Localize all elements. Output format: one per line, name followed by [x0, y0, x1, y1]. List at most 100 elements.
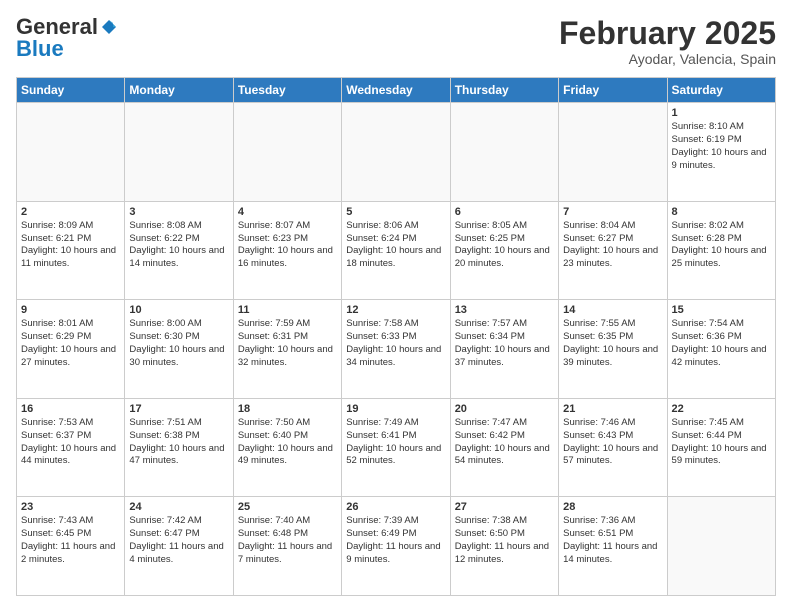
calendar-week-row: 9 Sunrise: 8:01 AM Sunset: 6:29 PM Daylig… — [17, 300, 776, 399]
calendar-cell: 27 Sunrise: 7:38 AM Sunset: 6:50 PM Dayli… — [450, 497, 558, 596]
header: General Blue February 2025 Ayodar, Valen… — [16, 16, 776, 67]
col-sunday: Sunday — [17, 78, 125, 103]
calendar-week-row: 16 Sunrise: 7:53 AM Sunset: 6:37 PM Dayli… — [17, 398, 776, 497]
calendar-cell: 13 Sunrise: 7:57 AM Sunset: 6:34 PM Dayli… — [450, 300, 558, 399]
calendar-cell: 5 Sunrise: 8:06 AM Sunset: 6:24 PM Daylig… — [342, 201, 450, 300]
calendar-week-row: 1 Sunrise: 8:10 AM Sunset: 6:19 PM Daylig… — [17, 103, 776, 202]
col-wednesday: Wednesday — [342, 78, 450, 103]
day-info: Sunrise: 7:43 AM Sunset: 6:45 PM Dayligh… — [21, 515, 120, 566]
title-block: February 2025 Ayodar, Valencia, Spain — [559, 16, 776, 67]
day-number: 21 — [563, 403, 662, 415]
calendar-cell: 10 Sunrise: 8:00 AM Sunset: 6:30 PM Dayli… — [125, 300, 233, 399]
day-number: 3 — [129, 206, 228, 218]
day-number: 10 — [129, 304, 228, 316]
calendar-week-row: 23 Sunrise: 7:43 AM Sunset: 6:45 PM Dayli… — [17, 497, 776, 596]
calendar-cell: 19Sunrise: 7:49 AM Sunset: 6:41 PM Dayli… — [342, 398, 450, 497]
day-info: Sunrise: 7:53 AM Sunset: 6:37 PM Dayligh… — [21, 417, 120, 468]
calendar-table: Sunday Monday Tuesday Wednesday Thursday… — [16, 77, 776, 596]
day-number: 7 — [563, 206, 662, 218]
logo-general-text: General — [16, 16, 98, 38]
day-info: Sunrise: 7:47 AM Sunset: 6:42 PM Dayligh… — [455, 417, 554, 468]
day-number: 12 — [346, 304, 445, 316]
day-info: Sunrise: 7:51 AM Sunset: 6:38 PM Dayligh… — [129, 417, 228, 468]
col-monday: Monday — [125, 78, 233, 103]
day-info: Sunrise: 7:46 AM Sunset: 6:43 PM Dayligh… — [563, 417, 662, 468]
calendar-cell: 6Sunrise: 8:05 AM Sunset: 6:25 PM Daylig… — [450, 201, 558, 300]
day-info: Sunrise: 7:36 AM Sunset: 6:51 PM Dayligh… — [563, 515, 662, 566]
day-info: Sunrise: 8:09 AM Sunset: 6:21 PM Dayligh… — [21, 220, 120, 271]
calendar-cell: 24Sunrise: 7:42 AM Sunset: 6:47 PM Dayli… — [125, 497, 233, 596]
day-number: 9 — [21, 304, 120, 316]
calendar-cell: 21 Sunrise: 7:46 AM Sunset: 6:43 PM Dayli… — [559, 398, 667, 497]
day-info: Sunrise: 7:40 AM Sunset: 6:48 PM Dayligh… — [238, 515, 337, 566]
calendar-cell: 15 Sunrise: 7:54 AM Sunset: 6:36 PM Dayli… — [667, 300, 775, 399]
calendar-week-row: 2 Sunrise: 8:09 AM Sunset: 6:21 PM Daylig… — [17, 201, 776, 300]
day-number: 22 — [672, 403, 771, 415]
day-number: 5 — [346, 206, 445, 218]
calendar-cell — [125, 103, 233, 202]
day-info: Sunrise: 8:06 AM Sunset: 6:24 PM Dayligh… — [346, 220, 445, 271]
month-title: February 2025 — [559, 16, 776, 51]
day-number: 20 — [455, 403, 554, 415]
day-number: 1 — [672, 107, 771, 119]
day-info: Sunrise: 8:10 AM Sunset: 6:19 PM Dayligh… — [672, 121, 771, 172]
day-number: 8 — [672, 206, 771, 218]
calendar-cell — [233, 103, 341, 202]
day-info: Sunrise: 8:08 AM Sunset: 6:22 PM Dayligh… — [129, 220, 228, 271]
calendar-cell: 11 Sunrise: 7:59 AM Sunset: 6:31 PM Dayli… — [233, 300, 341, 399]
day-number: 13 — [455, 304, 554, 316]
day-number: 27 — [455, 501, 554, 513]
logo-icon — [100, 18, 118, 36]
day-number: 14 — [563, 304, 662, 316]
calendar-cell: 22 Sunrise: 7:45 AM Sunset: 6:44 PM Dayli… — [667, 398, 775, 497]
day-info: Sunrise: 8:04 AM Sunset: 6:27 PM Dayligh… — [563, 220, 662, 271]
calendar-cell: 2 Sunrise: 8:09 AM Sunset: 6:21 PM Daylig… — [17, 201, 125, 300]
day-info: Sunrise: 7:58 AM Sunset: 6:33 PM Dayligh… — [346, 318, 445, 369]
calendar-cell: 9 Sunrise: 8:01 AM Sunset: 6:29 PM Daylig… — [17, 300, 125, 399]
day-info: Sunrise: 7:50 AM Sunset: 6:40 PM Dayligh… — [238, 417, 337, 468]
calendar-cell: 4Sunrise: 8:07 AM Sunset: 6:23 PM Daylig… — [233, 201, 341, 300]
day-number: 26 — [346, 501, 445, 513]
calendar-cell: 26 Sunrise: 7:39 AM Sunset: 6:49 PM Dayli… — [342, 497, 450, 596]
day-info: Sunrise: 7:54 AM Sunset: 6:36 PM Dayligh… — [672, 318, 771, 369]
day-info: Sunrise: 7:38 AM Sunset: 6:50 PM Dayligh… — [455, 515, 554, 566]
day-info: Sunrise: 7:42 AM Sunset: 6:47 PM Dayligh… — [129, 515, 228, 566]
calendar-cell: 8 Sunrise: 8:02 AM Sunset: 6:28 PM Daylig… — [667, 201, 775, 300]
day-info: Sunrise: 7:55 AM Sunset: 6:35 PM Dayligh… — [563, 318, 662, 369]
day-info: Sunrise: 7:57 AM Sunset: 6:34 PM Dayligh… — [455, 318, 554, 369]
logo: General Blue — [16, 16, 118, 60]
calendar-cell: 28 Sunrise: 7:36 AM Sunset: 6:51 PM Dayli… — [559, 497, 667, 596]
calendar-cell: 25Sunrise: 7:40 AM Sunset: 6:48 PM Dayli… — [233, 497, 341, 596]
calendar-cell: 14 Sunrise: 7:55 AM Sunset: 6:35 PM Dayli… — [559, 300, 667, 399]
col-thursday: Thursday — [450, 78, 558, 103]
calendar-cell — [450, 103, 558, 202]
col-friday: Friday — [559, 78, 667, 103]
day-number: 16 — [21, 403, 120, 415]
day-number: 11 — [238, 304, 337, 316]
day-info: Sunrise: 8:02 AM Sunset: 6:28 PM Dayligh… — [672, 220, 771, 271]
day-number: 2 — [21, 206, 120, 218]
day-number: 4 — [238, 206, 337, 218]
calendar-cell — [559, 103, 667, 202]
calendar-cell: 1 Sunrise: 8:10 AM Sunset: 6:19 PM Daylig… — [667, 103, 775, 202]
calendar-cell: 7 Sunrise: 8:04 AM Sunset: 6:27 PM Daylig… — [559, 201, 667, 300]
calendar-cell — [342, 103, 450, 202]
day-info: Sunrise: 7:45 AM Sunset: 6:44 PM Dayligh… — [672, 417, 771, 468]
day-info: Sunrise: 8:01 AM Sunset: 6:29 PM Dayligh… — [21, 318, 120, 369]
day-number: 6 — [455, 206, 554, 218]
calendar-cell: 16 Sunrise: 7:53 AM Sunset: 6:37 PM Dayli… — [17, 398, 125, 497]
calendar-cell: 17 Sunrise: 7:51 AM Sunset: 6:38 PM Dayli… — [125, 398, 233, 497]
calendar-cell — [17, 103, 125, 202]
calendar-cell: 20 Sunrise: 7:47 AM Sunset: 6:42 PM Dayli… — [450, 398, 558, 497]
calendar-header-row: Sunday Monday Tuesday Wednesday Thursday… — [17, 78, 776, 103]
day-number: 17 — [129, 403, 228, 415]
day-number: 28 — [563, 501, 662, 513]
day-info: Sunrise: 7:59 AM Sunset: 6:31 PM Dayligh… — [238, 318, 337, 369]
day-number: 15 — [672, 304, 771, 316]
day-info: Sunrise: 8:00 AM Sunset: 6:30 PM Dayligh… — [129, 318, 228, 369]
calendar-cell: 23 Sunrise: 7:43 AM Sunset: 6:45 PM Dayli… — [17, 497, 125, 596]
calendar-cell — [667, 497, 775, 596]
calendar-cell: 3 Sunrise: 8:08 AM Sunset: 6:22 PM Daylig… — [125, 201, 233, 300]
day-number: 23 — [21, 501, 120, 513]
day-info: Sunrise: 7:39 AM Sunset: 6:49 PM Dayligh… — [346, 515, 445, 566]
